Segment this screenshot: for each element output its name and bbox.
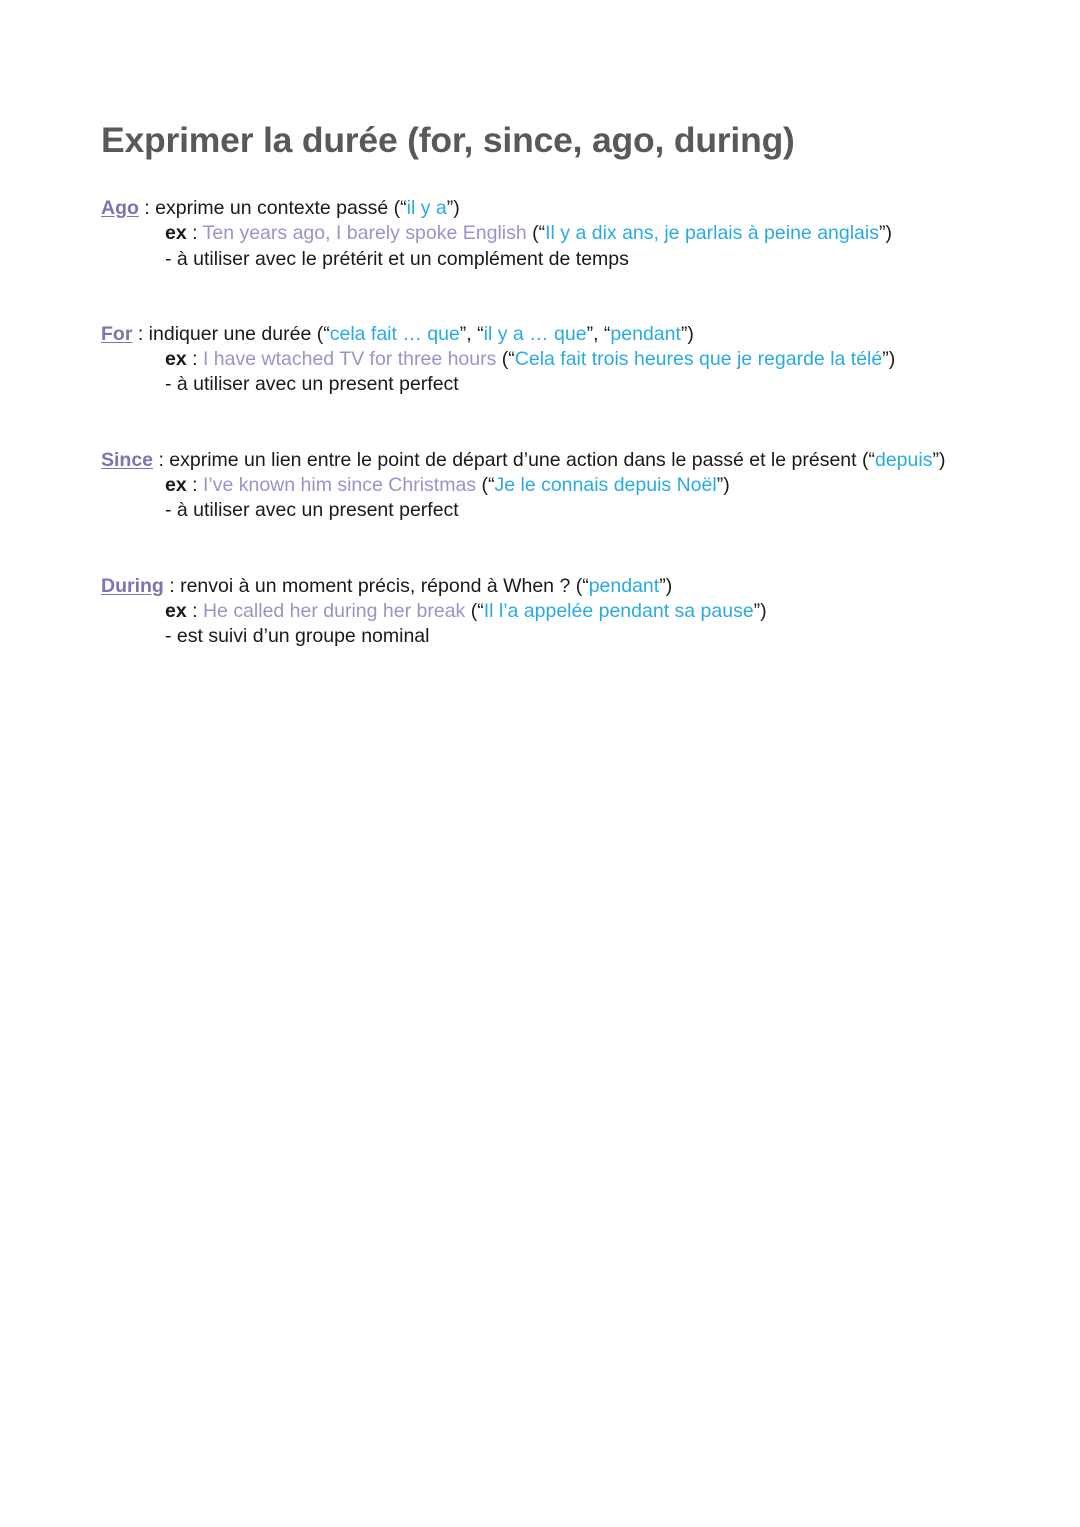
document-page: Exprimer la durée (for, since, ago, duri… — [0, 0, 1080, 1527]
example-close-paren-ago: ”) — [879, 222, 892, 245]
note-line-since: - à utiliser avec un present perfect — [165, 499, 459, 522]
example-close-paren-for: ”) — [882, 348, 896, 371]
example-line-ago: ex : Ten years ago, I barely spoke Engli… — [101, 221, 991, 246]
example-label-during: ex — [165, 599, 187, 622]
example-open-paren-during: (“ — [465, 599, 484, 622]
example-close-paren-since: ”) — [716, 474, 730, 497]
keyword-ago: Ago — [101, 197, 139, 219]
definition-line-during: During : renvoi à un moment précis, répo… — [101, 574, 991, 599]
example-english-since: I’ve known him since Christmas — [202, 474, 477, 497]
definition-french-for-2: il y a … que — [483, 322, 587, 345]
definition-text-for: : indiquer une durée (“ — [132, 322, 330, 345]
definition-french-for-1: cela fait … que — [329, 322, 460, 345]
example-open-paren-ago: (“ — [526, 222, 546, 245]
example-french-since: Je le connais depuis Noël — [494, 474, 717, 497]
note-line-for: - à utiliser avec un present perfect — [165, 373, 459, 396]
section-during: During : renvoi à un moment précis, répo… — [101, 574, 991, 650]
section-since: Since : exprime un lien entre le point d… — [101, 448, 991, 524]
example-french-during: Il l’a appelée pendant sa pause — [483, 599, 754, 622]
definition-text-ago: : exprime un contexte passé (“ — [138, 197, 407, 219]
definition-mid-for-1: ”, “ — [459, 322, 484, 345]
example-french-for: Cela fait trois heures que je regarde la… — [514, 348, 883, 371]
definition-line-ago: Ago : exprime un contexte passé (“il y a… — [101, 196, 991, 221]
note-line-ago: - à utiliser avec le prétérit et un comp… — [165, 247, 629, 270]
page-title: Exprimer la durée (for, since, ago, duri… — [101, 119, 795, 160]
definition-text-since: : exprime un lien entre le point de dépa… — [153, 448, 875, 471]
example-separator-since: : — [186, 474, 203, 497]
definition-text-during: : renvoi à un moment précis, répond à Wh… — [163, 574, 589, 597]
definition-french-during: pendant — [588, 574, 660, 597]
note-line-during: - est suivi d’un groupe nominal — [165, 625, 430, 648]
definition-line-for: For : indiquer une durée (“cela fait … q… — [101, 322, 991, 347]
document-body: Ago : exprime un contexte passé (“il y a… — [101, 196, 991, 650]
example-label-for: ex — [165, 348, 187, 371]
definition-french-since: depuis — [874, 448, 933, 471]
definition-french-for-3: pendant — [610, 322, 681, 345]
example-open-paren-since: (“ — [476, 474, 495, 497]
example-english-during: He called her during her break — [202, 599, 466, 622]
example-english-ago: Ten years ago, I barely spoke English — [202, 222, 527, 245]
example-english-for: I have wtached TV for three hours — [202, 348, 497, 371]
definition-close-since: ”) — [932, 448, 946, 471]
example-label-since: ex — [165, 474, 187, 497]
definition-close-for: ”) — [680, 322, 694, 345]
definition-mid-for-2: ”, “ — [586, 322, 611, 345]
definition-close-during: ”) — [659, 574, 673, 597]
example-open-paren-for: (“ — [496, 348, 515, 371]
example-separator-for: : — [186, 348, 203, 371]
example-line-during: ex : He called her during her break (“Il… — [101, 599, 991, 624]
definition-french-ago: il y a — [406, 197, 447, 219]
keyword-for: For — [101, 322, 133, 345]
section-for: For : indiquer une durée (“cela fait … q… — [101, 322, 991, 398]
example-close-paren-during: ”) — [753, 599, 767, 622]
keyword-during: During — [101, 574, 164, 597]
example-french-ago: Il y a dix ans, je parlais à peine angla… — [545, 222, 879, 245]
example-separator-ago: : — [186, 222, 203, 245]
example-line-for: ex : I have wtached TV for three hours (… — [101, 347, 991, 372]
example-label-ago: ex — [165, 222, 187, 245]
example-separator-during: : — [186, 599, 203, 622]
example-line-since: ex : I’ve known him since Christmas (“Je… — [101, 473, 991, 498]
definition-close-ago: ”) — [446, 197, 460, 219]
keyword-since: Since — [101, 448, 154, 471]
definition-line-since: Since : exprime un lien entre le point d… — [101, 448, 991, 473]
section-ago: Ago : exprime un contexte passé (“il y a… — [101, 196, 991, 272]
